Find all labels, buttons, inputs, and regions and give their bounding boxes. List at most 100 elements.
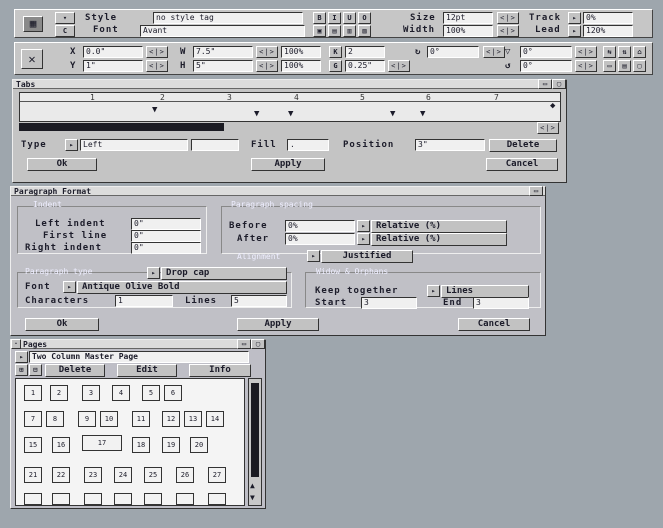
- twist-stepper[interactable]: <|>: [575, 60, 597, 72]
- page-thumb[interactable]: 21: [24, 467, 42, 483]
- page-thumb[interactable]: 26: [176, 467, 194, 483]
- flip-h-icon[interactable]: ⇆: [603, 46, 616, 58]
- page-thumb[interactable]: 20: [190, 437, 208, 453]
- h-field[interactable]: 5": [193, 60, 253, 72]
- gutter-stepper[interactable]: <|>: [388, 60, 410, 72]
- alignment-cycle[interactable]: ▸: [307, 250, 320, 262]
- para-font-cycle[interactable]: ▸: [63, 281, 76, 293]
- width-stepper[interactable]: <|>: [497, 25, 519, 37]
- after-mode-cycle[interactable]: ▸: [357, 233, 370, 245]
- page-thumb[interactable]: 27: [208, 467, 226, 483]
- w-stepper[interactable]: <|>: [256, 46, 278, 58]
- x-stepper[interactable]: <|>: [146, 46, 168, 58]
- page-thumb[interactable]: 4: [112, 385, 130, 401]
- font-menu-button[interactable]: C: [55, 25, 75, 37]
- group-icon[interactable]: ▭: [603, 60, 616, 72]
- y-field[interactable]: 1": [83, 60, 143, 72]
- tabs-cancel-button[interactable]: Cancel: [486, 158, 558, 171]
- scale-y-field[interactable]: 100%: [281, 60, 321, 72]
- pages-scroll-thumb[interactable]: [251, 383, 259, 477]
- page-thumb[interactable]: 9: [78, 411, 96, 427]
- tab-position-field[interactable]: 3": [415, 139, 485, 151]
- page-thumb[interactable]: 18: [132, 437, 150, 453]
- page-thumb[interactable]: 5: [142, 385, 160, 401]
- style-tool-icon[interactable]: ▦: [23, 16, 43, 32]
- slant-field[interactable]: 0°: [520, 46, 572, 58]
- para-depth-icon[interactable]: ▭: [529, 186, 543, 196]
- angle-stepper[interactable]: <|>: [483, 46, 505, 58]
- lead-field[interactable]: 120%: [583, 25, 633, 37]
- scroll-up-icon[interactable]: ▲: [250, 481, 255, 490]
- para-ok-button[interactable]: Ok: [25, 318, 99, 331]
- after-field[interactable]: 0%: [285, 233, 355, 245]
- para-font-button[interactable]: Antique Olive Bold: [77, 281, 287, 294]
- tab-type-field[interactable]: Left: [80, 139, 188, 151]
- page-thumb[interactable]: 14: [206, 411, 224, 427]
- object-tool-icon[interactable]: ✕: [21, 49, 43, 69]
- x-field[interactable]: 0.0": [83, 46, 143, 58]
- keep-together-cycle[interactable]: ▸: [427, 285, 440, 297]
- page-thumb[interactable]: [84, 493, 102, 505]
- h-stepper[interactable]: <|>: [256, 60, 278, 72]
- tabs-zoom-icon[interactable]: ▢: [552, 79, 566, 89]
- outline-button[interactable]: O: [358, 12, 371, 24]
- page-thumb[interactable]: 2: [50, 385, 68, 401]
- master-page-icon[interactable]: ⊞: [15, 364, 28, 376]
- tabs-apply-button[interactable]: Apply: [251, 158, 325, 171]
- text-wrap-icon[interactable]: ▤: [618, 60, 631, 72]
- page-thumb[interactable]: [208, 493, 226, 505]
- before-field[interactable]: 0%: [285, 220, 355, 232]
- w-field[interactable]: 7.5": [193, 46, 253, 58]
- page-thumb[interactable]: [24, 493, 42, 505]
- frame-icon[interactable]: ▢: [633, 60, 646, 72]
- page-thumb[interactable]: 6: [164, 385, 182, 401]
- master-page-field[interactable]: Two Column Master Page: [29, 351, 249, 363]
- angle-field[interactable]: 0°: [427, 46, 479, 58]
- lines-field[interactable]: 5: [231, 295, 287, 307]
- lock-icon[interactable]: ⌂: [633, 46, 646, 58]
- page-thumb[interactable]: 23: [84, 467, 102, 483]
- shadow-icon[interactable]: ▥: [343, 25, 356, 37]
- para-apply-button[interactable]: Apply: [237, 318, 319, 331]
- page-thumb[interactable]: 10: [100, 411, 118, 427]
- gutter-field[interactable]: 0.25": [345, 60, 385, 72]
- start-field[interactable]: 3: [361, 297, 417, 309]
- para-type-cycle[interactable]: ▸: [147, 267, 160, 279]
- page-thumb[interactable]: [52, 493, 70, 505]
- tab-marker-icon[interactable]: ▼: [288, 109, 293, 119]
- y-stepper[interactable]: <|>: [146, 60, 168, 72]
- characters-field[interactable]: 1: [115, 295, 173, 307]
- style-menu-button[interactable]: ▾: [55, 12, 75, 24]
- bold-button[interactable]: B: [313, 12, 326, 24]
- page-thumb[interactable]: 22: [52, 467, 70, 483]
- tab-delete-button[interactable]: Delete: [489, 139, 557, 152]
- tab-marker-icon[interactable]: ▼: [254, 109, 259, 119]
- page-delete-button[interactable]: Delete: [45, 364, 105, 377]
- width-field[interactable]: 100%: [443, 25, 493, 37]
- tab-marker-icon[interactable]: ▼: [420, 109, 425, 119]
- tab-fill-field[interactable]: .: [287, 139, 329, 151]
- page-thumb[interactable]: [144, 493, 162, 505]
- columns-icon[interactable]: K: [329, 46, 342, 58]
- caps-icon[interactable]: ▧: [358, 25, 371, 37]
- tab-ruler[interactable]: 1 2 3 4 5 6 7 ▼ ▼ ▼ ▼ ▼ ◆: [19, 92, 561, 122]
- page-thumb[interactable]: 3: [82, 385, 100, 401]
- tab-type-cycle[interactable]: ▸: [65, 139, 78, 151]
- after-mode-button[interactable]: Relative (%): [371, 233, 507, 246]
- page-thumb[interactable]: [114, 493, 132, 505]
- page-thumb[interactable]: 1: [24, 385, 42, 401]
- slant-stepper[interactable]: <|>: [575, 46, 597, 58]
- style-field[interactable]: no style tag: [153, 12, 303, 24]
- para-type-button[interactable]: Drop cap: [161, 267, 287, 280]
- page-thumb[interactable]: 16: [52, 437, 70, 453]
- before-mode-cycle[interactable]: ▸: [357, 220, 370, 232]
- right-indent-field[interactable]: 0": [131, 242, 201, 254]
- ruler-scroll-thumb[interactable]: [19, 123, 224, 131]
- size-field[interactable]: 12pt: [443, 12, 493, 24]
- gutter-icon[interactable]: G: [329, 60, 342, 72]
- before-mode-button[interactable]: Relative (%): [371, 220, 507, 233]
- page-info-button[interactable]: Info: [189, 364, 251, 377]
- pages-scrollbar[interactable]: ▲ ▼: [248, 378, 262, 506]
- lead-menu-button[interactable]: ▸: [568, 25, 581, 37]
- scale-x-field[interactable]: 100%: [281, 46, 321, 58]
